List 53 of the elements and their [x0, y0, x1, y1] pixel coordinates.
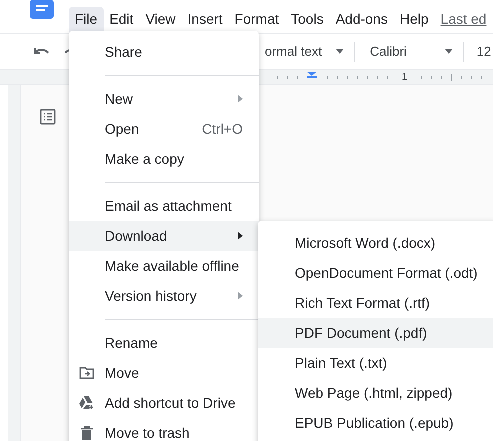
font-dropdown[interactable]: Calibri — [370, 42, 453, 62]
menu-item[interactable]: PDF Document (.pdf) — [258, 318, 493, 348]
outline-icon[interactable] — [40, 109, 56, 125]
shortcut-label: Ctrl+O — [202, 120, 243, 138]
menu-item-label: Make a copy — [105, 150, 186, 169]
menu-item-label: Move to trash — [105, 424, 191, 441]
ruler-label: 1 — [402, 70, 408, 84]
menu-item[interactable]: Make available offline — [69, 251, 259, 281]
drive-icon — [79, 395, 95, 411]
menu-item[interactable]: Add shortcut to Drive — [69, 388, 259, 418]
menu-item[interactable]: Plain Text (.txt) — [258, 348, 493, 378]
menu-item-label: Open — [105, 120, 140, 139]
menu-item[interactable]: Download — [69, 221, 259, 251]
menu-item-label: Add shortcut to Drive — [105, 394, 237, 412]
menu-item[interactable]: Microsoft Word (.docx) — [258, 228, 493, 258]
menu-bar-item[interactable]: Help — [394, 6, 435, 32]
trash-icon — [79, 425, 95, 441]
menu-item[interactable]: New — [69, 84, 259, 114]
menu-item[interactable]: Move to trash — [69, 418, 259, 441]
style-dropdown[interactable]: ormal text — [265, 42, 344, 62]
undo-icon[interactable] — [34, 46, 50, 56]
menu-item[interactable]: Rename — [69, 328, 259, 358]
menu-item[interactable]: OpenDocument Format (.odt) — [258, 258, 493, 288]
menu-item[interactable]: Rich Text Format (.rtf) — [258, 288, 493, 318]
font-size-field[interactable]: 12 — [476, 42, 492, 62]
menu-item[interactable]: Email as attachment — [69, 191, 259, 221]
docs-logo-icon[interactable] — [30, 0, 54, 19]
menu-item-label: Download — [105, 226, 168, 246]
menu-item-label: Email as attachment — [105, 196, 233, 216]
menu-bar-item[interactable]: Format — [228, 6, 286, 32]
menu-item-label: Rename — [105, 334, 159, 352]
menu-item[interactable]: Make a copy — [69, 144, 259, 174]
menu-bar-item[interactable]: Add-ons — [330, 6, 394, 32]
menu-item-label: Make available offline — [105, 256, 240, 276]
menu-item[interactable]: Version history — [69, 281, 259, 311]
menu-item[interactable]: Move — [69, 358, 259, 388]
menu-bar-item[interactable]: File — [69, 6, 104, 32]
menu-bar-item[interactable]: View — [140, 6, 182, 32]
menu-item[interactable]: EPUB Publication (.epub) — [258, 408, 493, 438]
menu-item[interactable]: Open Ctrl+O — [69, 114, 259, 144]
folder-icon — [79, 365, 95, 381]
menu-bar-item[interactable]: Tools — [285, 6, 330, 32]
last-edit-link[interactable]: Last ed — [440, 9, 487, 30]
menu-item[interactable]: Share — [69, 37, 259, 67]
menu-item[interactable]: Web Page (.html, zipped) — [258, 378, 493, 408]
menu-item-label: Move — [105, 364, 140, 382]
menu-item-label: Version history — [105, 286, 198, 306]
menu-bar-item[interactable]: Edit — [104, 6, 140, 32]
menu-bar-item[interactable]: Insert — [182, 6, 229, 32]
menu-item-label: Share — [105, 42, 144, 62]
caret-icon — [336, 49, 344, 54]
caret-icon — [444, 49, 453, 54]
menu-item-label: New — [105, 90, 134, 108]
